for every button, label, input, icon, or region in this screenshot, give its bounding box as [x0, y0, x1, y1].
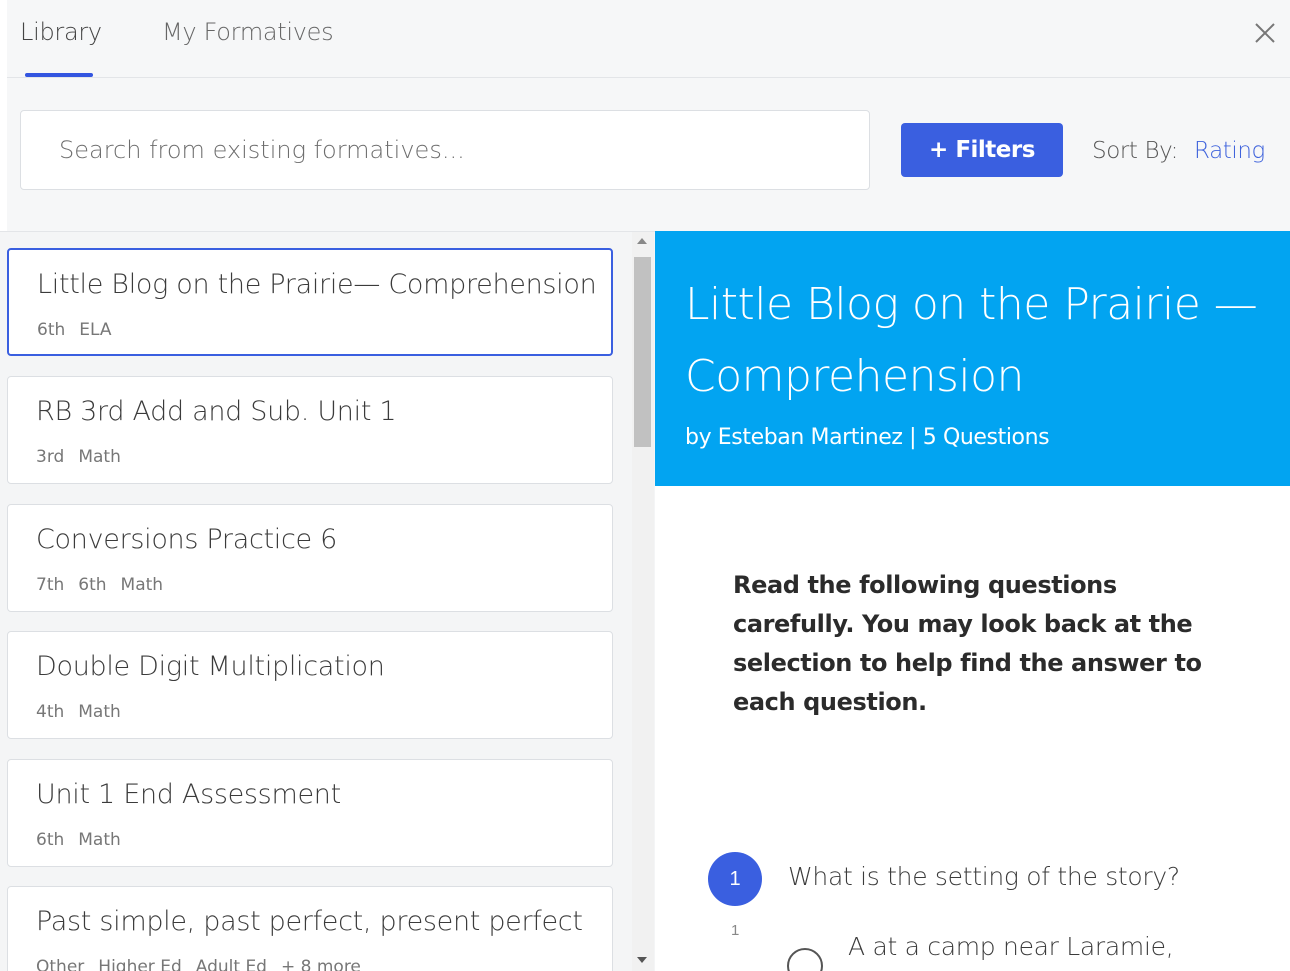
tag: Math — [78, 702, 121, 722]
tag: ELA — [79, 320, 112, 340]
formative-title: Unit 1 End Assessment — [36, 779, 341, 810]
formative-card[interactable]: Double Digit Multiplication 4th Math — [7, 631, 613, 739]
scroll-down-arrow-icon[interactable] — [637, 957, 647, 963]
tag: 6th — [37, 320, 66, 340]
option-a-text: A at a camp near Laramie, — [848, 932, 1174, 961]
formative-title: RB 3rd Add and Sub. Unit 1 — [36, 396, 397, 427]
question-text: What is the setting of the story? — [788, 862, 1180, 891]
sort-by-label: Sort By: — [1092, 138, 1179, 164]
formative-title: Little Blog on the Prairie— Comprehensio… — [37, 269, 597, 300]
tag: Higher Ed — [98, 957, 182, 971]
scroll-thumb[interactable] — [634, 257, 651, 447]
preview-header: Little Blog on the Prairie — Comprehensi… — [655, 231, 1290, 486]
formative-title: Conversions Practice 6 — [36, 524, 338, 555]
instructions-text: Read the following questions carefully. … — [733, 571, 1202, 716]
tab-bar: Library My Formatives — [7, 0, 1290, 78]
sort-by-dropdown[interactable]: Rating — [1194, 138, 1265, 164]
tag: 3rd — [36, 447, 65, 467]
tag: Adult Ed — [195, 957, 267, 971]
close-icon[interactable] — [1250, 18, 1280, 48]
formative-tags: Other Higher Ed Adult Ed + 8 more — [36, 957, 375, 971]
formative-tags: 3rd Math — [36, 447, 135, 467]
tag: Other — [36, 957, 85, 971]
formative-card[interactable]: Conversions Practice 6 7th 6th Math — [7, 504, 613, 612]
tab-library[interactable]: Library — [20, 18, 102, 46]
preview-title: Little Blog on the Prairie — Comprehensi… — [685, 279, 1258, 402]
tag: Math — [120, 575, 164, 595]
question-points: 1 — [731, 922, 740, 939]
preview-meta: by Esteban Martinez | 5 Questions — [685, 425, 1050, 450]
tab-my-formatives[interactable]: My Formatives — [162, 18, 334, 46]
search-input[interactable] — [20, 110, 870, 190]
search-row: + Filters Sort By: Rating — [7, 78, 1290, 231]
list-scrollbar[interactable] — [632, 232, 654, 971]
formative-title: Double Digit Multiplication — [36, 651, 385, 682]
tag: 7th — [36, 575, 65, 595]
formative-tags: 7th 6th Math — [36, 575, 177, 595]
active-tab-indicator — [25, 73, 93, 77]
formative-card[interactable]: RB 3rd Add and Sub. Unit 1 3rd Math — [7, 376, 613, 484]
formative-tags: 6th ELA — [37, 320, 126, 340]
tag: Math — [78, 447, 121, 467]
formative-card[interactable]: Little Blog on the Prairie— Comprehensio… — [7, 248, 613, 356]
preview-body: Read the following questions carefully. … — [655, 486, 1290, 971]
formative-tags: 6th Math — [36, 830, 135, 850]
formative-list: Little Blog on the Prairie— Comprehensio… — [0, 231, 655, 971]
formative-tags: 4th Math — [36, 702, 135, 722]
formative-card[interactable]: Unit 1 End Assessment 6th Math — [7, 759, 613, 867]
tag: Math — [78, 830, 121, 850]
option-a-radio[interactable] — [787, 948, 823, 971]
question-number-badge: 1 — [708, 852, 762, 906]
tag: + 8 more — [280, 957, 361, 971]
formative-card[interactable]: Past simple, past perfect, present perfe… — [7, 886, 613, 971]
scroll-up-arrow-icon[interactable] — [637, 238, 647, 244]
tag: 6th — [78, 575, 107, 595]
tag: 6th — [36, 830, 65, 850]
formative-title: Past simple, past perfect, present perfe… — [36, 906, 583, 937]
filters-button[interactable]: + Filters — [901, 123, 1063, 177]
tag: 4th — [36, 702, 65, 722]
